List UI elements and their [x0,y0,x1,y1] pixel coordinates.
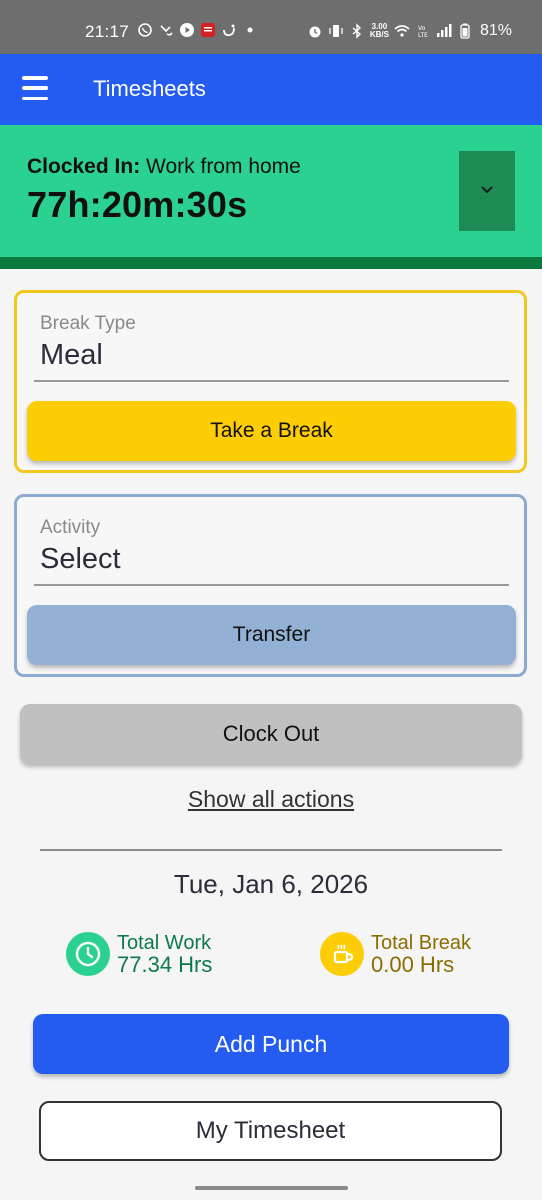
status-bar: 21:17 3.00 KB/S Vo LTE 81% [0,0,542,54]
vibrate-icon [328,23,344,39]
show-all-actions-link[interactable]: Show all actions [0,786,542,813]
coffee-cup-icon [320,932,364,976]
add-punch-button[interactable]: Add Punch [33,1014,509,1074]
total-work-value: 77.34 Hrs [117,952,213,977]
whatsapp-icon [137,22,153,38]
svg-text:Vo: Vo [418,25,426,32]
wifi-icon [394,23,410,39]
battery-icon [457,23,473,39]
total-break-value: 0.00 Hrs [371,952,455,977]
activity-card: Activity Select Transfer [14,494,527,677]
clock-banner-bottom-bar [0,257,542,269]
home-indicator[interactable] [195,1186,348,1190]
transfer-button[interactable]: Transfer [27,605,516,665]
signal-icon [436,23,452,39]
sync-icon [221,22,237,38]
battery-percent: 81% [479,22,512,39]
break-type-label: Break Type [40,313,136,334]
break-card: Break Type Meal Take a Break [14,290,527,473]
take-break-button[interactable]: Take a Break [27,401,516,461]
clock-status-value: Work from home [146,155,301,178]
total-break-label: Total Break [371,932,472,954]
total-work-label: Total Work [117,932,212,954]
divider [40,849,502,851]
system-icons: 3.00 KB/S Vo LTE 81% [307,22,512,40]
activity-select[interactable]: Select [40,543,121,576]
hamburger-menu-icon[interactable] [22,76,50,100]
chevron-down-icon [478,180,496,203]
more-notifications-icon [242,22,258,38]
clock-dropdown-button[interactable] [459,151,515,231]
break-type-underline [34,380,509,382]
app-notification-icon [200,22,216,38]
notification-icons [137,22,258,38]
activity-label: Activity [40,517,101,538]
activity-underline [34,584,509,586]
clock-timer: 77h:20m:30s [27,184,248,225]
youtube-icon [179,22,195,38]
clock-status: Clocked In: Work from home [27,155,301,179]
clock-icon [66,932,110,976]
my-timesheet-button[interactable]: My Timesheet [39,1101,502,1161]
bluetooth-icon [349,23,365,39]
total-break-stat: Total Break 0.00 Hrs [320,932,471,976]
total-work-stat: Total Work 77.34 Hrs [66,932,212,976]
break-type-select[interactable]: Meal [40,339,103,372]
net-speed: 3.00 KB/S [369,22,389,39]
date-label: Tue, Jan 6, 2026 [173,869,369,899]
clock-out-button[interactable]: Clock Out [20,704,522,764]
status-time: 21:17 [85,22,130,41]
clock-status-label: Clocked In: [27,155,141,178]
alarm-icon [307,23,323,39]
missed-call-icon [158,22,174,38]
app-bar: Timesheets [0,54,542,125]
volte-icon: Vo LTE [415,23,431,39]
svg-text:LTE: LTE [418,32,428,39]
page-title: Timesheets [93,76,206,101]
